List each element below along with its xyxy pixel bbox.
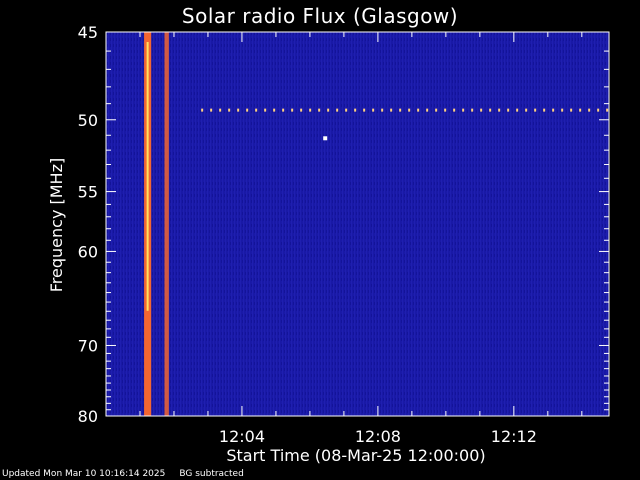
radio-burst-2 bbox=[164, 32, 169, 416]
radio-burst-core-1 bbox=[146, 42, 149, 311]
x-tick-label-12: 12:12 bbox=[491, 427, 537, 446]
y-tick-label-55: 55 bbox=[78, 183, 98, 202]
updated-timestamp: Updated Mon Mar 10 10:16:14 2025 bbox=[2, 469, 166, 479]
y-tick-label-70: 70 bbox=[78, 336, 98, 355]
spectrogram-noise bbox=[106, 32, 609, 416]
background-note: BG subtracted bbox=[179, 469, 244, 479]
x-tick-label-4: 12:04 bbox=[219, 427, 265, 446]
footer: Updated Mon Mar 10 10:16:14 2025 BG subtr… bbox=[2, 469, 258, 479]
y-tick-label-60: 60 bbox=[78, 242, 98, 261]
y-tick-label-80: 80 bbox=[78, 407, 98, 426]
y-tick-label-45: 45 bbox=[78, 23, 98, 42]
y-tick-label-50: 50 bbox=[78, 111, 98, 130]
plot-area bbox=[105, 31, 610, 417]
hot-pixel bbox=[323, 136, 328, 141]
y-axis-title: Frequency [MHz] bbox=[47, 158, 66, 292]
x-axis-title: Start Time (08-Mar-25 12:00:00) bbox=[226, 446, 485, 465]
spectrogram-chart: 45 50 55 60 70 80 12:04 12:08 12:12 Frequency [… bbox=[47, 23, 610, 465]
x-tick-label-8: 12:08 bbox=[355, 427, 401, 446]
